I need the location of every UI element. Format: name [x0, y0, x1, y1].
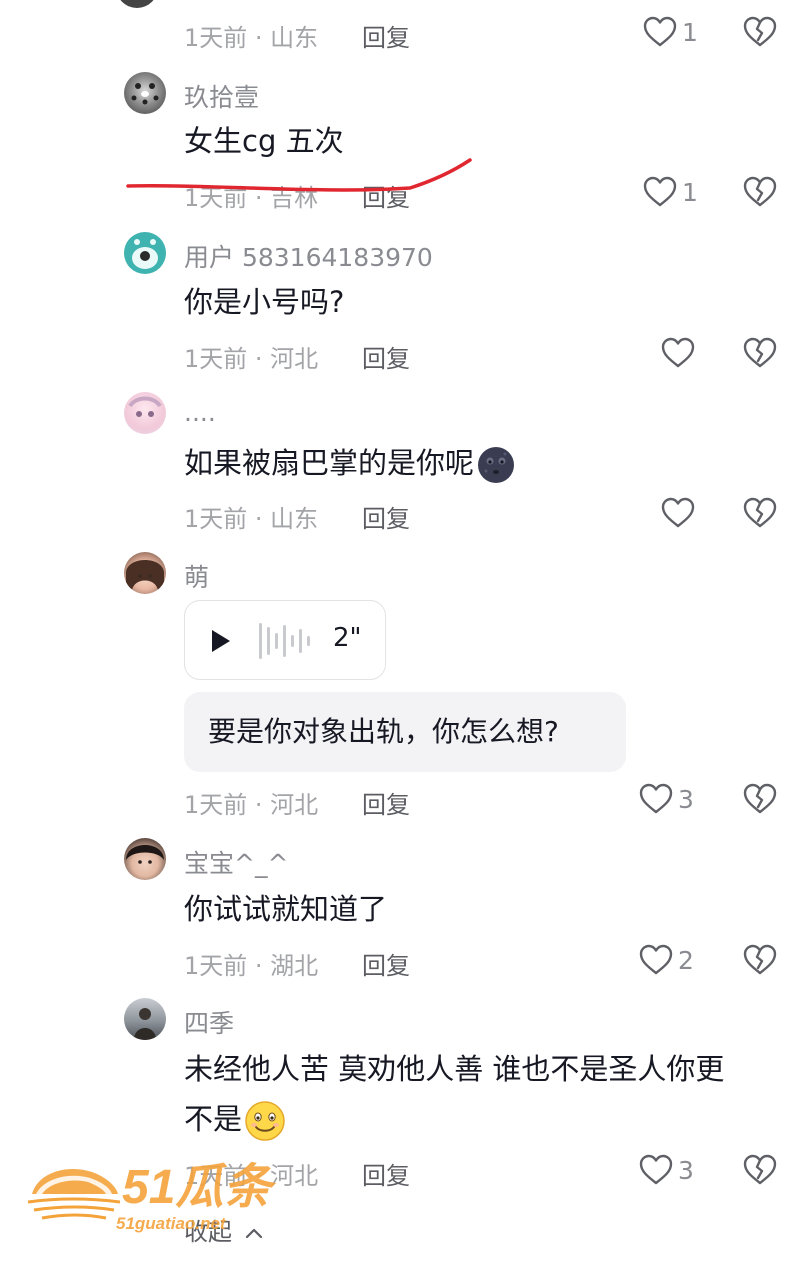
comment-username[interactable]: 萌 [184, 558, 209, 594]
avatar[interactable] [124, 232, 166, 274]
avatar[interactable] [124, 392, 166, 434]
comment-text: 你是小号吗? [184, 285, 345, 319]
comment-text: 要是你对象出轨，你怎么想? [208, 715, 559, 748]
smiling-face-emoji-icon [245, 1101, 285, 1141]
reply-button[interactable]: 回复 [362, 946, 410, 981]
broken-heart-icon[interactable] [742, 14, 778, 50]
watermark-brand: 51瓜条 [122, 1161, 272, 1214]
reply-button[interactable]: 回复 [362, 339, 410, 374]
like-count: 3 [678, 1155, 694, 1185]
cartoon-avatar-image [132, 239, 158, 269]
reply-button[interactable]: 回复 [362, 18, 410, 53]
reply-button[interactable]: 回复 [362, 499, 410, 534]
avatar[interactable] [124, 998, 166, 1040]
comment-meta: 1天前 · 湖北 [184, 952, 319, 980]
broken-heart-icon[interactable] [742, 495, 778, 531]
play-icon[interactable] [209, 628, 233, 654]
avatar[interactable] [124, 838, 166, 880]
comment-username[interactable]: 玖拾壹 [184, 78, 259, 114]
avatar[interactable] [116, 0, 158, 8]
heart-outline-icon [638, 1152, 674, 1188]
comment-username[interactable]: .... [184, 398, 216, 427]
like-count: 2 [678, 945, 694, 975]
comment-text: 如果被扇巴掌的是你呢 [184, 443, 516, 485]
like-button[interactable]: 3 [638, 781, 694, 817]
heart-outline-icon [642, 14, 678, 50]
like-count: 1 [682, 17, 698, 47]
heart-outline-icon [660, 495, 696, 531]
heart-outline-icon [638, 781, 674, 817]
waveform-icon [259, 623, 310, 659]
comment-text-body: 不是 [184, 1102, 243, 1136]
like-count: 3 [678, 784, 694, 814]
watermark-url: 51guatiao.net [116, 1214, 226, 1233]
broken-heart-icon[interactable] [742, 335, 778, 371]
like-button[interactable]: 3 [638, 1152, 694, 1188]
reply-button[interactable]: 回复 [362, 785, 410, 820]
comment-meta: 1天前 · 山东 [184, 505, 319, 533]
leopard-avatar-image [131, 83, 159, 105]
broken-heart-icon[interactable] [742, 174, 778, 210]
avatar[interactable] [124, 72, 166, 114]
heart-outline-icon [642, 174, 678, 210]
comment-text-body: 如果被扇巴掌的是你呢 [184, 446, 475, 480]
like-button[interactable] [660, 495, 696, 531]
broken-heart-icon[interactable] [742, 1152, 778, 1188]
comment-meta: 1天前 · 河北 [184, 791, 319, 819]
comment-text: 你试试就知道了 [184, 892, 388, 926]
comment-meta: 1天前 · 山东 [184, 24, 319, 52]
comment-username[interactable]: 宝宝^_^ [184, 844, 288, 880]
quoted-text-box: 要是你对象出轨，你怎么想? [184, 692, 626, 772]
photo-avatar-image [126, 845, 164, 864]
comment-username[interactable]: 四季 [184, 1004, 234, 1040]
like-button[interactable]: 1 [642, 174, 698, 210]
photo-avatar-image [126, 560, 164, 594]
like-count: 1 [682, 177, 698, 207]
comment-text-line1: 未经他人苦 莫劝他人善 谁也不是圣人你更 [184, 1052, 725, 1086]
anime-avatar-image [128, 396, 162, 417]
watermark: 51瓜条 51guatiao.net [28, 1160, 288, 1240]
watermelon-slice-logo-icon [28, 1168, 120, 1220]
red-annotation-stroke [126, 158, 472, 192]
comment-meta: 1天前 · 河北 [184, 345, 319, 373]
dark-moon-emoji-icon [478, 447, 515, 483]
comment-username[interactable]: 用户 583164183970 [184, 238, 433, 274]
broken-heart-icon[interactable] [742, 942, 778, 978]
heart-outline-icon [660, 335, 696, 371]
like-button[interactable]: 2 [638, 942, 694, 978]
like-button[interactable]: 1 [642, 14, 698, 50]
reply-button[interactable]: 回复 [362, 1156, 410, 1191]
heart-outline-icon [638, 942, 674, 978]
photo-avatar-image [134, 1008, 156, 1040]
comment-text-line2: 不是 [184, 1099, 286, 1142]
avatar[interactable] [124, 552, 166, 594]
voice-message-bubble[interactable]: 2" [184, 600, 386, 680]
like-button[interactable] [660, 335, 696, 371]
voice-duration: 2" [333, 623, 362, 653]
broken-heart-icon[interactable] [742, 781, 778, 817]
